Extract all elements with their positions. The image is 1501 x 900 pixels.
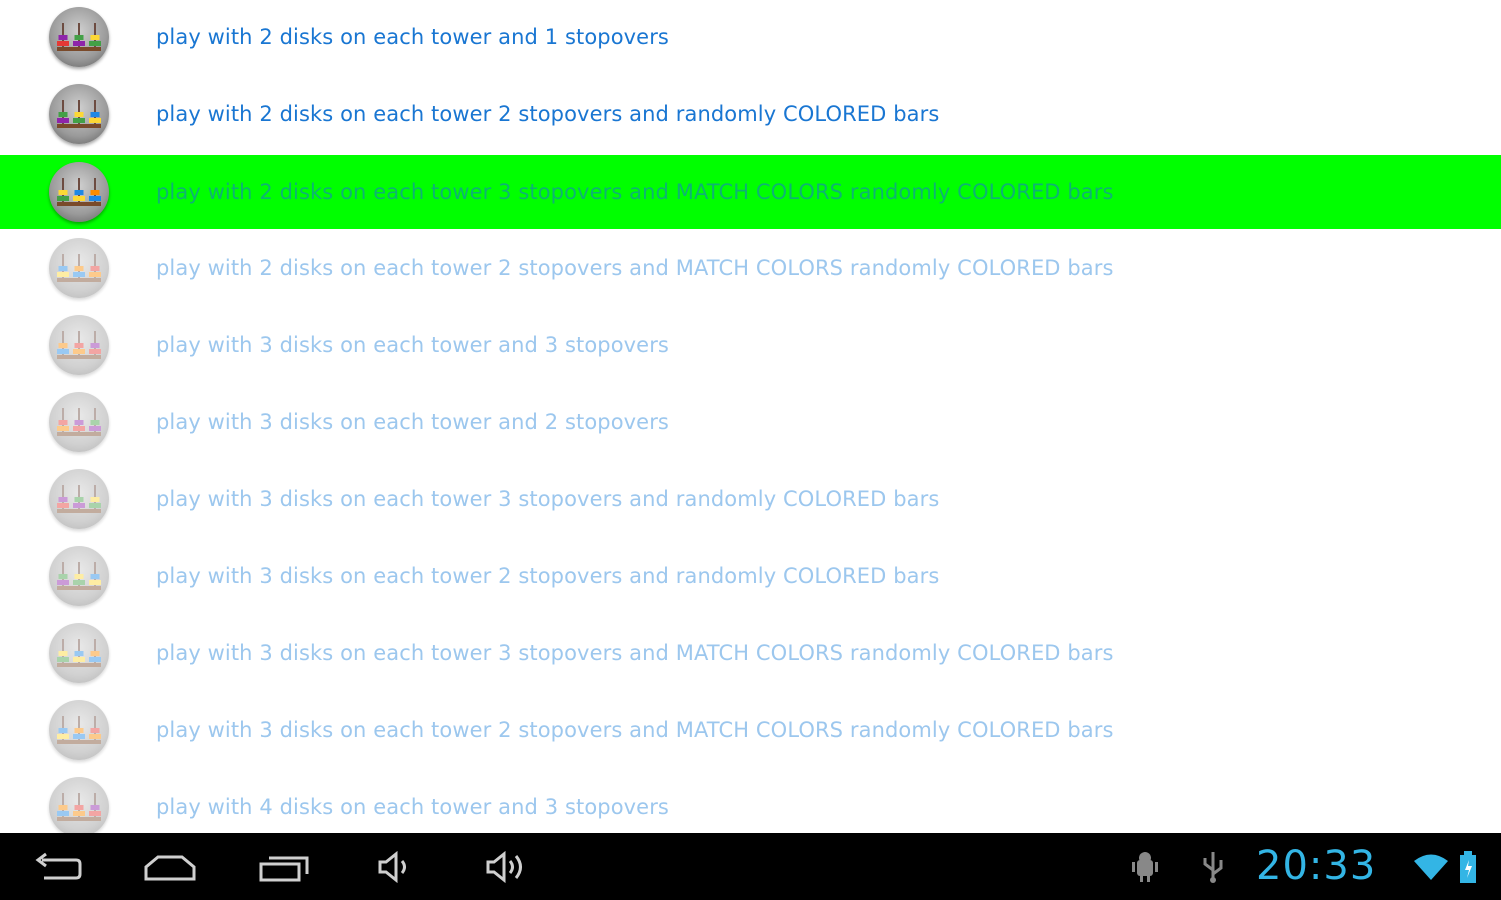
wifi-status (1410, 833, 1452, 900)
list-item[interactable]: play with 4 disks on each tower and 3 st… (0, 770, 1501, 833)
home-button[interactable] (140, 833, 200, 900)
android-debug-status (1128, 833, 1162, 900)
status-clock: 20:33 (1256, 843, 1377, 889)
tower-disks-graphic (57, 178, 101, 206)
tower-disks-graphic (57, 408, 101, 436)
usb-icon (1203, 851, 1223, 883)
tower-thumbnail-icon (49, 392, 109, 452)
tower-thumbnail-icon (49, 700, 109, 760)
tower-disks-graphic (57, 100, 101, 128)
list-item[interactable]: play with 3 disks on each tower 2 stopov… (0, 693, 1501, 767)
tower-disks-graphic (57, 639, 101, 667)
list-item-label: play with 3 disks on each tower and 2 st… (156, 410, 669, 434)
list-item-label: play with 3 disks on each tower and 3 st… (156, 333, 669, 357)
list-item-label: play with 3 disks on each tower 3 stopov… (156, 641, 1114, 665)
list-item-label: play with 2 disks on each tower 2 stopov… (156, 102, 940, 126)
list-item-label: play with 2 disks on each tower and 1 st… (156, 25, 669, 49)
tower-disks-graphic (57, 485, 101, 513)
back-icon (35, 852, 82, 879)
usb-status (1198, 833, 1228, 900)
tower-thumbnail-icon (49, 777, 109, 833)
battery-icon (1460, 850, 1476, 883)
list-item[interactable]: play with 3 disks on each tower and 3 st… (0, 308, 1501, 382)
tower-disks-graphic (57, 793, 101, 821)
list-item-label: play with 2 disks on each tower 3 stopov… (156, 180, 1114, 204)
volume-down-icon (378, 850, 406, 883)
tower-thumbnail-icon (49, 623, 109, 683)
tower-thumbnail-icon (49, 469, 109, 529)
list-item[interactable]: play with 3 disks on each tower 3 stopov… (0, 462, 1501, 536)
tower-thumbnail-icon (49, 546, 109, 606)
tower-disks-graphic (57, 716, 101, 744)
recent-apps-button[interactable] (254, 833, 314, 900)
system-navigation-bar: 20:33 (0, 833, 1501, 900)
list-item[interactable]: play with 3 disks on each tower 2 stopov… (0, 539, 1501, 613)
recent-apps-icon (259, 856, 309, 881)
volume-up-icon (486, 850, 522, 883)
list-item[interactable]: play with 2 disks on each tower 2 stopov… (0, 77, 1501, 151)
volume-down-button[interactable] (372, 833, 416, 900)
list-item-selected[interactable]: play with 2 disks on each tower 3 stopov… (0, 155, 1501, 229)
tower-thumbnail-icon (49, 7, 109, 67)
tower-disks-graphic (57, 23, 101, 51)
list-item-label: play with 3 disks on each tower 3 stopov… (156, 487, 940, 511)
list-item[interactable]: play with 2 disks on each tower 2 stopov… (0, 231, 1501, 305)
list-item-label: play with 2 disks on each tower 2 stopov… (156, 256, 1114, 280)
volume-up-button[interactable] (480, 833, 532, 900)
list-item-label: play with 3 disks on each tower 2 stopov… (156, 718, 1114, 742)
tower-thumbnail-icon (49, 238, 109, 298)
wifi-icon (1414, 854, 1448, 880)
tower-disks-graphic (57, 331, 101, 359)
tower-thumbnail-icon (49, 315, 109, 375)
tower-disks-graphic (57, 562, 101, 590)
list-item[interactable]: play with 2 disks on each tower and 1 st… (0, 0, 1501, 74)
back-button[interactable] (28, 833, 86, 900)
list-item-label: play with 4 disks on each tower and 3 st… (156, 795, 669, 819)
android-debug-icon (1132, 851, 1158, 882)
game-mode-list: play with 2 disks on each tower and 1 st… (0, 0, 1501, 833)
list-item-label: play with 3 disks on each tower 2 stopov… (156, 564, 940, 588)
home-icon (144, 855, 196, 880)
battery-status (1456, 833, 1480, 900)
tower-thumbnail-icon (49, 84, 109, 144)
list-item[interactable]: play with 3 disks on each tower 3 stopov… (0, 616, 1501, 690)
tower-disks-graphic (57, 254, 101, 282)
list-item[interactable]: play with 3 disks on each tower and 2 st… (0, 385, 1501, 459)
tower-thumbnail-icon (49, 162, 109, 222)
